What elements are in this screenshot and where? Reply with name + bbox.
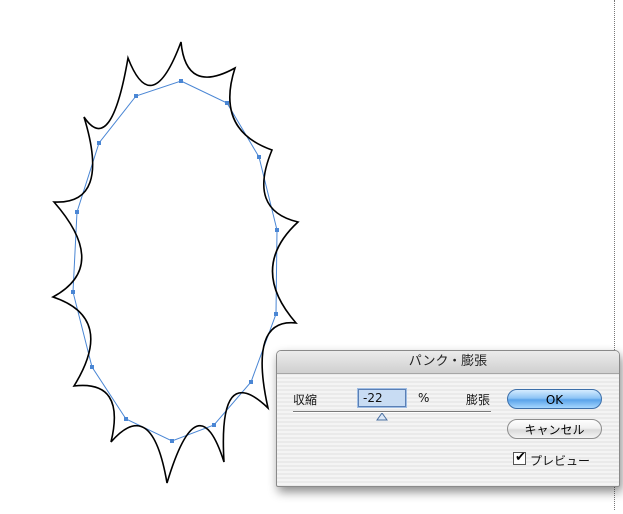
cancel-button[interactable]: キャンセル — [507, 419, 602, 439]
anchor-point[interactable] — [179, 79, 183, 83]
anchor-point[interactable] — [225, 101, 229, 105]
anchor-point[interactable] — [249, 380, 253, 384]
anchor-points — [71, 79, 279, 443]
anchor-point[interactable] — [274, 312, 278, 316]
pucker-label: 収縮 — [293, 393, 318, 407]
anchor-point[interactable] — [71, 290, 75, 294]
anchor-point[interactable] — [97, 141, 101, 145]
pucker-bloat-dialog: パンク・膨張 収縮 % 膨張 OK キャンセル ✔ プレビュー — [276, 350, 620, 487]
ok-button[interactable]: OK — [507, 389, 602, 409]
dialog-titlebar[interactable]: パンク・膨張 — [277, 351, 619, 374]
puckered-path — [51, 41, 300, 484]
preview-label: プレビュー — [530, 454, 591, 468]
anchor-point[interactable] — [212, 423, 216, 427]
anchor-point[interactable] — [170, 439, 174, 443]
check-mark-icon: ✔ — [515, 450, 526, 465]
amount-input[interactable] — [357, 388, 407, 408]
anchor-point[interactable] — [134, 94, 138, 98]
amount-slider-track[interactable] — [293, 411, 491, 413]
bloat-label: 膨張 — [466, 393, 491, 407]
triangle-thumb-icon[interactable] — [376, 413, 388, 421]
anchor-point[interactable] — [275, 228, 279, 232]
anchor-point[interactable] — [257, 155, 261, 159]
anchor-point[interactable] — [90, 365, 94, 369]
anchor-point[interactable] — [124, 417, 128, 421]
preview-checkbox[interactable]: ✔ — [513, 450, 526, 465]
percent-unit-label: % — [418, 391, 430, 405]
anchor-point[interactable] — [75, 210, 79, 214]
